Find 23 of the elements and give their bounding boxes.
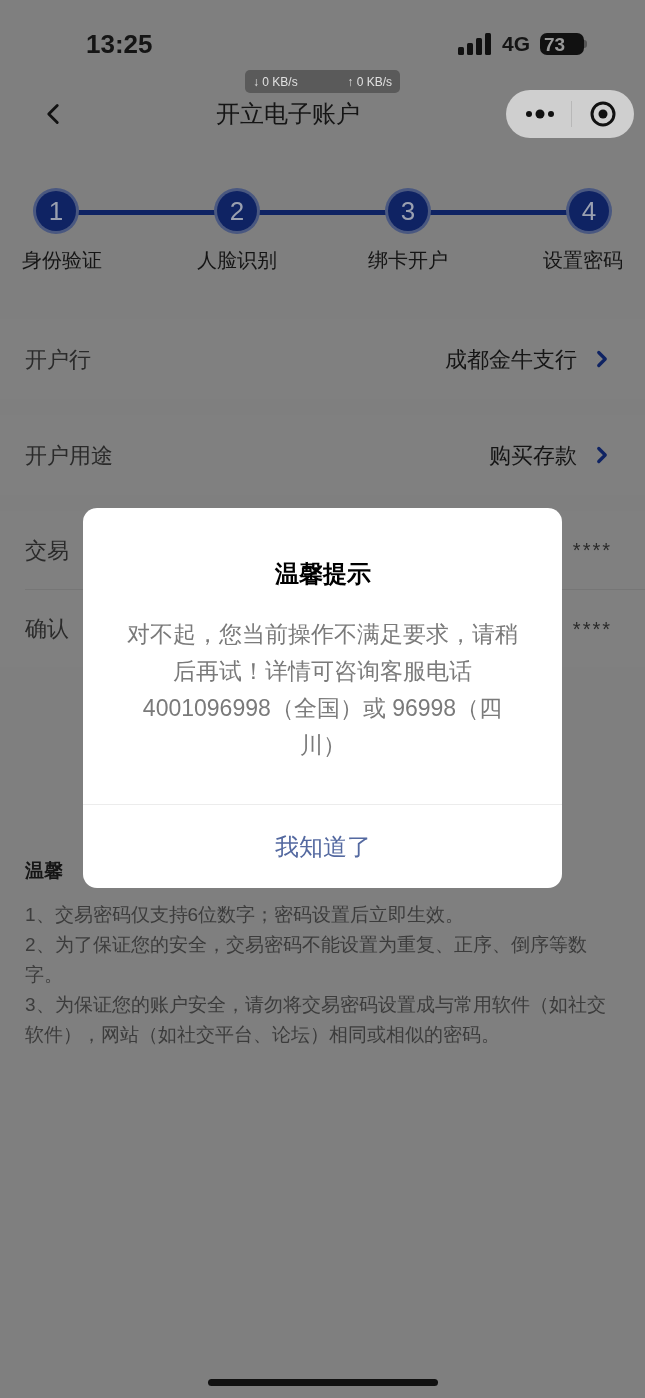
page-title: 开立电子账户 [216,100,360,127]
dialog-title: 温馨提示 [274,560,371,587]
notes-heading: 温馨 [25,859,64,883]
confirm-button[interactable]: 我知道了 [258,824,387,869]
dialog-message: 对不起，您当前操作不满足要求，请稍后再试！详情可咨询客服电话4001096998（全国）或 96998（四川） [126,620,519,760]
password-field[interactable]: **** [572,613,612,644]
note-text: 2、为了保证您的安全，交易密码不能设置为重复、正序、倒序等数字。 [25,932,588,987]
capsule-menu[interactable] [506,90,634,138]
step-label: 人脸识别 [197,248,277,273]
status-time: 13:25 [86,27,153,61]
note-text: 1、交易密码仅支持6位数字；密码设置后立即生效。 [25,902,466,927]
step-label: 身份验证 [22,248,102,273]
step-label: 设置密码 [543,248,623,273]
field-label: 交易 [25,536,69,565]
field-label: 确认 [25,615,69,643]
net-speed-badge: ↓ 0 KB/s ↑ 0 KB/s [245,70,400,93]
step-label: 绑卡开户 [368,248,448,273]
more-icon[interactable] [525,109,555,119]
note-text: 3、为保证您的账户安全，请勿将交易密码设置成与常用软件（如社交软件），网站（如社交平台、论坛）相同或相似的密码。 [25,992,607,1047]
battery-icon: 73 [540,33,587,55]
network-label: 4G [502,31,530,58]
password-field[interactable]: **** [572,535,612,565]
signal-icon [458,33,492,55]
